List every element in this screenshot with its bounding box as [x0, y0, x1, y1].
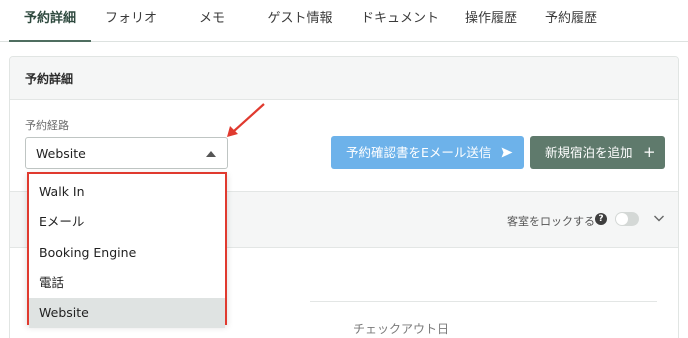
- help-icon[interactable]: ?: [595, 213, 607, 225]
- send-icon: [501, 147, 513, 158]
- annotation-arrow: [227, 103, 265, 137]
- send-button-label: 予約確認書をEメール送信: [346, 145, 492, 160]
- reservation-tabs: 予約詳細 フォリオ メモ ゲスト情報 ドキュメント 操作履歴 予約履歴: [0, 0, 688, 42]
- dropdown-option-website[interactable]: Website: [29, 298, 225, 328]
- route-select[interactable]: Website: [25, 137, 228, 169]
- chevron-down-icon[interactable]: [653, 212, 665, 224]
- lock-room-toggle[interactable]: [615, 212, 639, 226]
- dropdown-option-booking-engine[interactable]: Booking Engine: [29, 238, 225, 268]
- dropdown-option-walk-in[interactable]: Walk In: [29, 177, 225, 207]
- caret-up-icon: [206, 151, 216, 157]
- plus-icon: +: [643, 143, 656, 161]
- card-header: 予約詳細: [10, 57, 678, 100]
- lock-room-label: 客室をロックする: [507, 215, 595, 228]
- tab-guest-info[interactable]: ゲスト情報: [262, 0, 338, 42]
- toggle-knob: [616, 213, 628, 225]
- tab-memo[interactable]: メモ: [188, 0, 236, 42]
- tab-folio[interactable]: フォリオ: [99, 0, 163, 42]
- dates-divider: [310, 301, 657, 302]
- dropdown-option-phone[interactable]: 電話: [29, 268, 225, 298]
- tab-reservation-details[interactable]: 予約詳細: [9, 0, 91, 42]
- add-button-label: 新規宿泊を追加: [545, 145, 633, 160]
- tab-reservation-history[interactable]: 予約履歴: [541, 0, 601, 42]
- dropdown-option-email[interactable]: Eメール: [29, 207, 225, 237]
- send-confirmation-email-button[interactable]: 予約確認書をEメール送信: [331, 136, 524, 169]
- card-title: 予約詳細: [25, 72, 74, 86]
- tab-operation-history[interactable]: 操作履歴: [461, 0, 521, 42]
- route-dropdown-menu: Walk In Eメール Booking Engine 電話 Website: [27, 172, 227, 328]
- add-new-stay-button[interactable]: 新規宿泊を追加 +: [530, 136, 665, 169]
- tab-documents[interactable]: ドキュメント: [358, 0, 442, 42]
- checkout-date-label: チェックアウト日: [353, 322, 450, 336]
- route-label: 予約経路: [25, 119, 69, 132]
- route-select-value: Website: [36, 146, 86, 161]
